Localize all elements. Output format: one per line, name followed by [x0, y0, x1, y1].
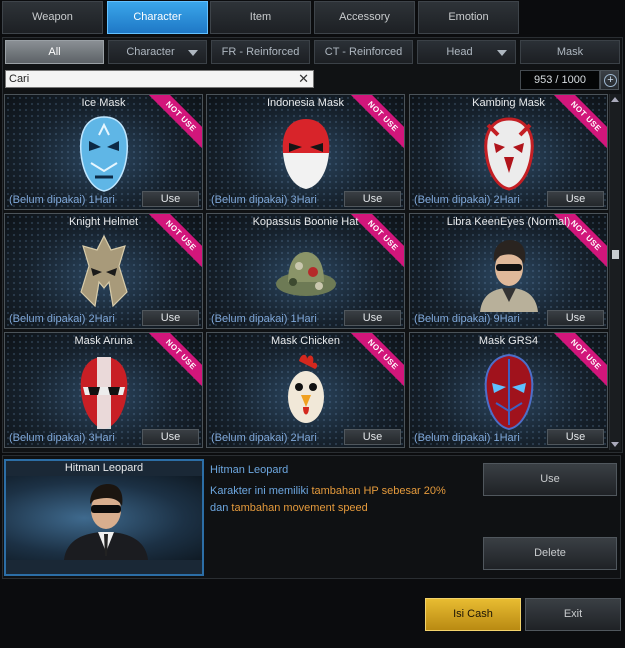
preview-title: Hitman Leopard	[64, 462, 144, 474]
tab-character[interactable]: Character	[107, 1, 208, 34]
item-card[interactable]: Mask GRS4 NOT USE (Belum dipakai) 1Hari …	[409, 332, 608, 448]
item-card[interactable]: Indonesia Mask NOT USE (Belum dipakai) 3…	[206, 94, 405, 210]
delete-button[interactable]: Delete	[483, 537, 617, 570]
tab-item[interactable]: Item	[210, 1, 311, 34]
description-text: Karakter ini memiliki	[210, 485, 312, 497]
scroll-thumb[interactable]	[612, 250, 619, 259]
item-name: Mask GRS4	[478, 335, 539, 347]
item-card[interactable]: Kambing Mask NOT USE (Belum dipakai) 2Ha…	[409, 94, 608, 210]
search-input[interactable]	[9, 72, 289, 86]
item-detail-description: Karakter ini memiliki tambahan HP sebesa…	[210, 483, 470, 517]
item-card[interactable]: Ice Mask NOT USE (Belum dipakai) 1Hari U…	[4, 94, 203, 210]
search-box: ✕	[5, 70, 314, 88]
indonesia-mask-icon	[282, 119, 329, 189]
description-highlight: tambahan movement speed	[231, 502, 368, 514]
use-button[interactable]: Use	[547, 310, 604, 326]
use-item-button[interactable]: Use	[483, 463, 617, 496]
ice-mask-icon	[79, 116, 128, 192]
filter-character[interactable]: Character	[108, 40, 207, 64]
use-button[interactable]: Use	[142, 429, 199, 445]
chicken-mask-icon	[287, 354, 324, 423]
scroll-up-icon[interactable]	[611, 97, 619, 102]
knight-helmet-icon	[79, 234, 128, 308]
kambing-mask-icon	[483, 117, 534, 191]
tab-accessory[interactable]: Accessory	[314, 1, 415, 34]
boonie-hat-icon	[275, 252, 336, 296]
exit-button[interactable]: Exit	[525, 598, 621, 631]
use-button[interactable]: Use	[344, 429, 401, 445]
item-name: Indonesia Mask	[266, 97, 345, 109]
item-name: Mask Chicken	[270, 335, 341, 347]
item-duration: (Belum dipakai) 3Hari	[211, 194, 317, 206]
item-duration: (Belum dipakai) 9Hari	[414, 313, 520, 325]
item-grid: Ice Mask NOT USE (Belum dipakai) 1Hari U…	[4, 94, 608, 450]
add-slot-button[interactable]: +	[600, 70, 619, 90]
filter-head-label: Head	[446, 46, 473, 58]
item-duration: (Belum dipakai) 2Hari	[414, 194, 520, 206]
description-highlight: tambahan HP sebesar 20%	[311, 485, 446, 497]
use-button[interactable]: Use	[344, 310, 401, 326]
grs4-mask-icon	[484, 353, 533, 431]
scroll-down-icon[interactable]	[611, 442, 619, 447]
filter-fr-reinforced[interactable]: FR - Reinforced	[211, 40, 310, 64]
tab-emotion[interactable]: Emotion	[418, 1, 519, 34]
item-card[interactable]: Kopassus Boonie Hat NOT USE (Belum dipak…	[206, 213, 405, 329]
item-duration: (Belum dipakai) 1Hari	[414, 432, 520, 444]
category-tabs: Weapon Character Item Accessory Emotion	[0, 0, 625, 37]
aruna-mask-icon	[80, 357, 127, 429]
isi-cash-button[interactable]: Isi Cash	[425, 598, 521, 631]
use-button[interactable]: Use	[547, 429, 604, 445]
chevron-down-icon	[497, 50, 507, 56]
character-portrait-icon	[479, 240, 538, 312]
inventory-count: 953 / 1000	[520, 70, 600, 90]
item-card[interactable]: Libra KeenEyes (Normal) NOT USE (Belum d…	[409, 213, 608, 329]
hitman-leopard-portrait-icon	[64, 484, 148, 560]
filter-head[interactable]: Head	[417, 40, 516, 64]
item-name: Kambing Mask	[472, 97, 545, 109]
chevron-down-icon	[188, 50, 198, 56]
item-name: Mask Aruna	[74, 335, 133, 347]
item-card[interactable]: Knight Helmet NOT USE (Belum dipakai) 2H…	[4, 213, 203, 329]
grid-scrollbar[interactable]	[609, 94, 621, 450]
filter-mask[interactable]: Mask	[520, 40, 620, 64]
item-duration: (Belum dipakai) 2Hari	[211, 432, 317, 444]
use-button[interactable]: Use	[344, 191, 401, 207]
item-duration: (Belum dipakai) 1Hari	[211, 313, 317, 325]
description-text: dan	[210, 502, 232, 514]
item-duration: (Belum dipakai) 1Hari	[9, 194, 115, 206]
filter-all[interactable]: All	[5, 40, 104, 64]
use-button[interactable]: Use	[142, 191, 199, 207]
selected-item-preview: Hitman Leopard	[4, 459, 204, 576]
filter-character-label: Character	[126, 46, 175, 58]
use-button[interactable]: Use	[142, 310, 199, 326]
item-duration: (Belum dipakai) 2Hari	[9, 313, 115, 325]
item-detail-name: Hitman Leopard	[210, 464, 289, 476]
plus-icon: +	[604, 74, 617, 87]
item-name: Kopassus Boonie Hat	[252, 216, 359, 228]
close-icon[interactable]: ✕	[298, 71, 309, 87]
item-name: Knight Helmet	[68, 216, 139, 228]
filter-ct-reinforced[interactable]: CT - Reinforced	[314, 40, 413, 64]
item-name: Libra KeenEyes (Normal)	[446, 216, 571, 228]
item-card[interactable]: Mask Chicken NOT USE (Belum dipakai) 2Ha…	[206, 332, 405, 448]
tab-weapon[interactable]: Weapon	[2, 1, 103, 34]
use-button[interactable]: Use	[547, 191, 604, 207]
item-name: Ice Mask	[81, 97, 126, 109]
item-card[interactable]: Mask Aruna NOT USE (Belum dipakai) 3Hari…	[4, 332, 203, 448]
item-duration: (Belum dipakai) 3Hari	[9, 432, 115, 444]
